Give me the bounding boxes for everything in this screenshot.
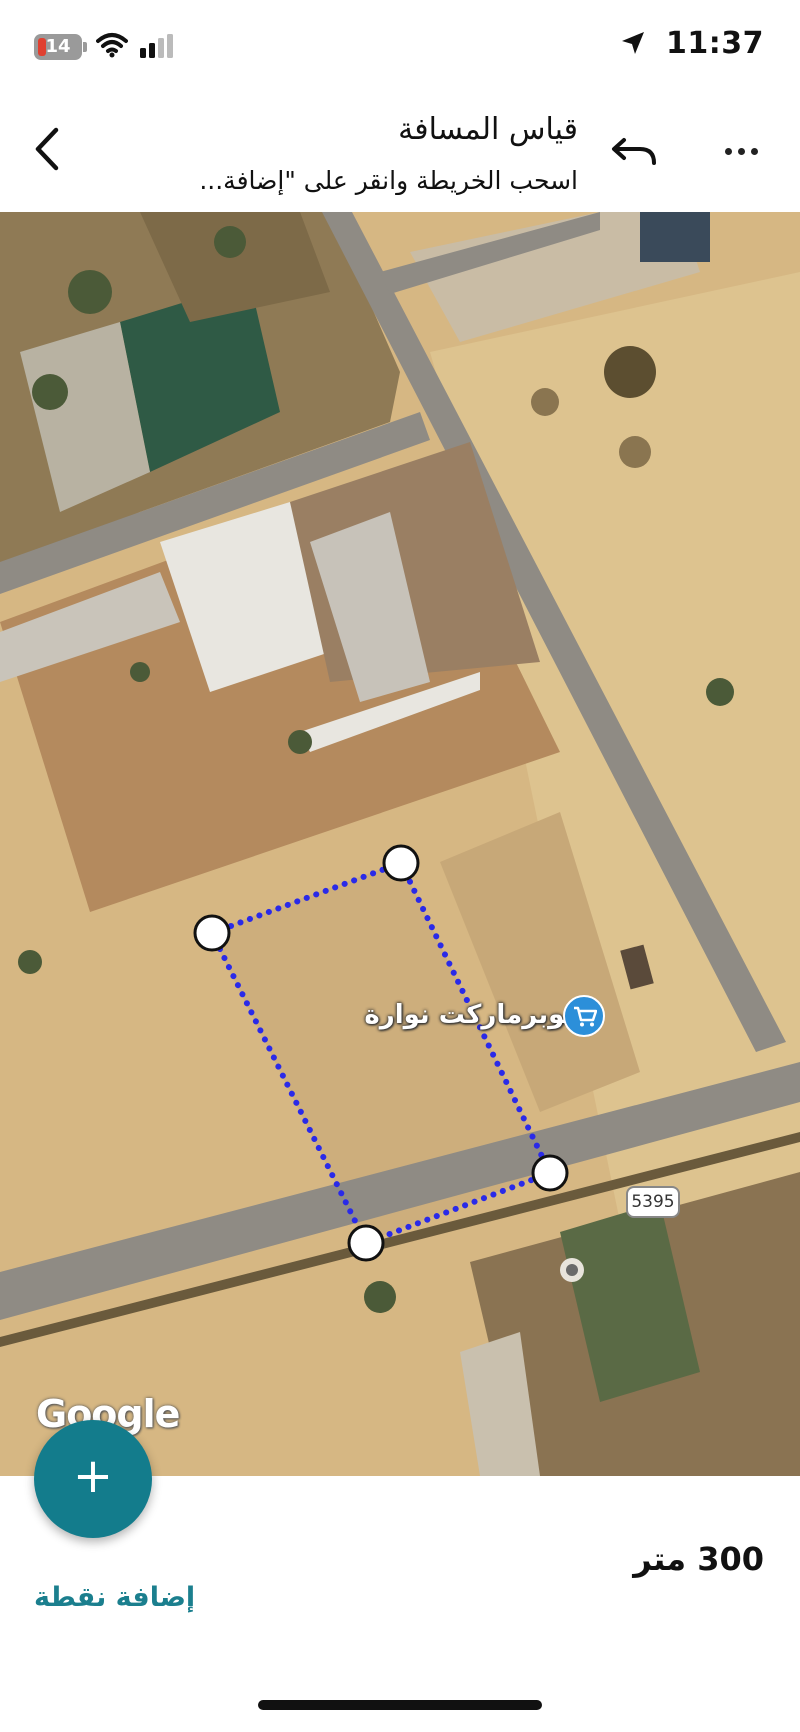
nav-bar: قياس المسافة اسحب الخريطة وانقر على "إضا… <box>0 96 800 212</box>
wifi-icon <box>96 33 128 58</box>
more-horizontal-icon[interactable] <box>722 140 770 160</box>
clock: 11:37 <box>666 26 764 61</box>
location-arrow-icon <box>622 32 644 54</box>
home-indicator[interactable] <box>258 1700 542 1710</box>
add-point-label[interactable]: إضافة نقطة <box>34 1582 195 1613</box>
status-bar: 14 11:37 <box>0 0 800 96</box>
page-title: قياس المسافة <box>398 112 578 147</box>
battery-icon: 14 <box>34 34 87 60</box>
page-subtitle: اسحب الخريطة وانقر على "إضافة... <box>199 166 578 195</box>
plus-icon: + <box>72 1448 114 1504</box>
measure-point[interactable] <box>531 1154 569 1192</box>
shopping-cart-icon[interactable] <box>563 995 605 1037</box>
poi-label[interactable]: سوبرماركت نوارة <box>364 1000 590 1030</box>
undo-icon[interactable] <box>610 130 660 170</box>
measure-point[interactable] <box>193 914 231 952</box>
map-view[interactable]: سوبرماركت نوارة 5395 Google <box>0 212 800 1476</box>
distance-readout: 300 متر <box>633 1540 764 1578</box>
chevron-left-icon[interactable] <box>28 124 68 174</box>
battery-level: 14 <box>45 36 71 57</box>
satellite-imagery <box>0 212 800 1476</box>
road-number-label: 5395 <box>626 1186 680 1218</box>
add-point-button[interactable]: + <box>34 1420 152 1538</box>
measure-point[interactable] <box>347 1224 385 1262</box>
cellular-signal-icon <box>140 34 173 58</box>
measure-point[interactable] <box>382 844 420 882</box>
